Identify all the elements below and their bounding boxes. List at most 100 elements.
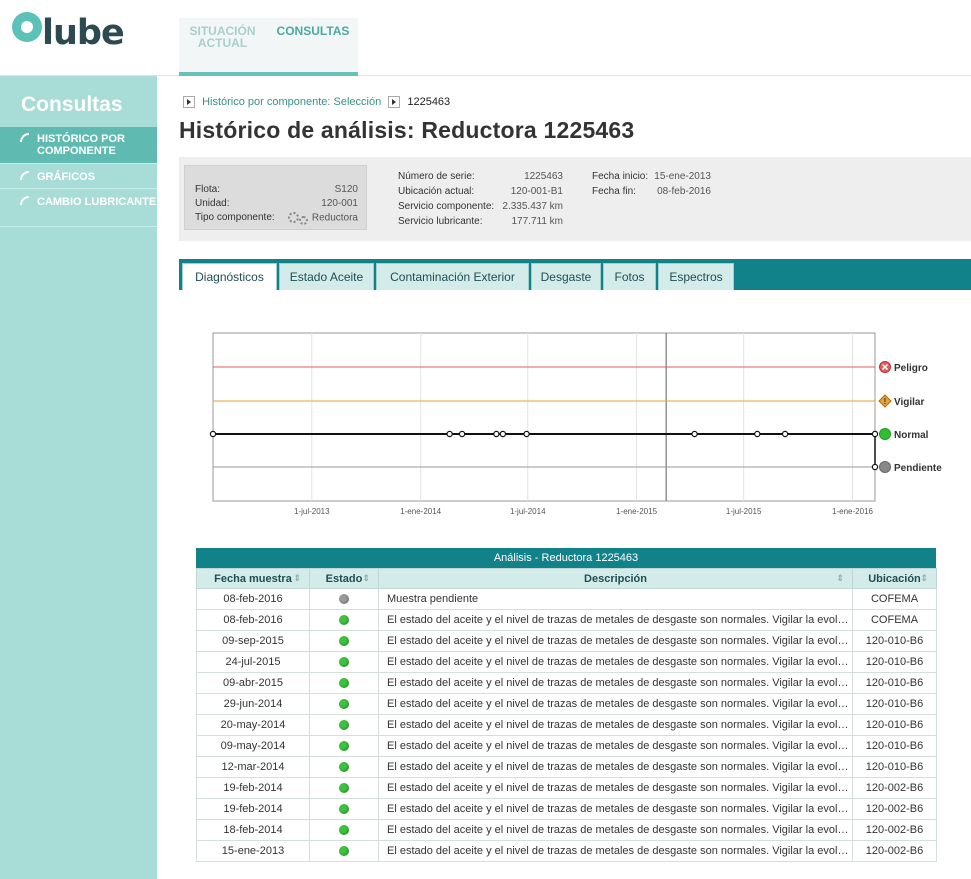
fecha-inicio-value: 15-ene-2013 [654,171,711,182]
cell-estado [309,756,379,778]
flota-value: S120 [334,184,358,195]
status-dot-icon [339,720,349,731]
fecha-inicio-row: Fecha inicio: 15-ene-2013 [592,171,711,186]
column-header-label: Descripción [584,572,647,585]
cell-descripcion: El estado del aceite y el nivel de traza… [378,672,853,694]
data-point [754,430,761,438]
arc-bullet-icon [20,171,29,180]
tab-contaminacion-exterior[interactable]: Contaminación Exterior [376,263,529,290]
cell-ubicacion: 120-010-B6 [852,651,937,673]
tab-bar: Diagnósticos Estado Aceite Contaminación… [179,259,971,291]
cell-ubicacion: 120-010-B6 [852,735,937,757]
x-tick-label: 1-jul-2015 [726,507,762,516]
status-dot-icon [339,762,349,773]
tab-desgaste[interactable]: Desgaste [531,263,601,290]
status-dot-icon [339,657,349,668]
table-row[interactable]: 09-may-2014 El estado del aceite y el niv… [196,735,937,757]
table-row[interactable]: 18-feb-2014 El estado del aceite y el niv… [196,819,937,841]
sidebar-item-graficos[interactable]: GRÁFICOS [0,165,157,189]
sort-icon[interactable]: ⇕ [920,573,928,584]
sidebar-item-label: GRÁFICOS [37,171,96,183]
fecha-fin-value: 08-feb-2016 [657,186,711,197]
breadcrumb-link[interactable]: Histórico por componente: Selección [202,96,381,108]
cell-estado [309,693,379,715]
sort-icon[interactable]: ⇕ [362,573,370,584]
tab-espectros[interactable]: Espectros [658,263,734,290]
gears-icon [287,212,310,225]
sidebar: Consultas HISTÓRICO POR COMPONENTE GRÁFI… [0,76,157,879]
legend-label-pendiente: Pendiente [894,463,942,474]
breadcrumb: Histórico por componente: Selección 1225… [183,96,450,110]
cell-descripcion: El estado del aceite y el nivel de traza… [378,798,853,820]
status-dot-icon [339,783,349,794]
servicio-lubricante-label: Servicio lubricante: [398,216,483,227]
nav-situacion-actual[interactable]: SITUACIÓN ACTUAL [185,25,260,49]
ubicacion-value: 120-001-B1 [510,186,563,197]
cell-descripcion: El estado del aceite y el nivel de traza… [378,714,853,736]
exclamation-glyph: ! [884,397,887,406]
table-row[interactable]: 19-feb-2014 El estado del aceite y el niv… [196,798,937,820]
dates-info-column: Fecha inicio: 15-ene-2013 Fecha fin: 08-fe… [592,171,711,201]
cell-fecha: 20-may-2014 [196,714,310,736]
column-header-label: Fecha muestra [214,572,292,585]
column-header-ubicacion[interactable]: Ubicación ⇕ [852,568,937,589]
nav-consultas[interactable]: CONSULTAS [273,25,353,37]
cell-ubicacion: 120-010-B6 [852,714,937,736]
x-tick-label: 1-ene-2015 [616,507,657,516]
servicio-componente-row: Servicio componente: 2.335.437 km [398,201,563,216]
table-row[interactable]: 12-mar-2014 El estado del aceite y el niv… [196,756,937,778]
cell-fecha: 09-abr-2015 [196,672,310,694]
column-header-estado[interactable]: Estado ⇕ [309,568,379,589]
cell-ubicacion: 120-010-B6 [852,693,937,715]
sort-icon[interactable]: ⇕ [836,573,844,584]
table-row[interactable]: 15-ene-2013 El estado del aceite y el niv… [196,840,937,862]
column-header-fecha[interactable]: Fecha muestra ⇕ [196,568,310,589]
tab-estado-aceite[interactable]: Estado Aceite [279,263,374,290]
cell-estado [309,819,379,841]
x-tick-label: 1-jul-2013 [294,507,330,516]
table-row[interactable]: 20-may-2014 El estado del aceite y el niv… [196,714,937,736]
cell-fecha: 09-sep-2015 [196,630,310,652]
table-row[interactable]: 19-feb-2014 El estado del aceite y el niv… [196,777,937,799]
cell-descripcion: El estado del aceite y el nivel de traza… [378,756,853,778]
lube-logo[interactable]: lube [12,10,142,60]
unidad-value: 120-001 [321,198,358,209]
status-dot-icon [339,699,349,710]
breadcrumb-arrow-icon [388,96,401,109]
legend-label-peligro: Peligro [894,363,928,374]
cell-estado [309,651,379,673]
sidebar-item-cambio-lubricante[interactable]: CAMBIO LUBRICANTE [0,190,157,227]
table-row[interactable]: 09-sep-2015 El estado del aceite y el niv… [196,630,937,652]
status-dot-icon [339,594,349,605]
logo-mark-icon [12,12,42,42]
table-row[interactable]: 08-feb-2016 El estado del aceite y el niv… [196,609,937,631]
flota-label: Flota: [195,184,221,195]
cell-ubicacion: 120-002-B6 [852,819,937,841]
tab-fotos[interactable]: Fotos [603,263,656,290]
status-dot-icon [339,615,349,626]
legend-label-vigilar: Vigilar [894,397,924,408]
tab-diagnosticos[interactable]: Diagnósticos [182,263,277,291]
x-tick-label: 1-ene-2014 [400,507,441,516]
cell-fecha: 18-feb-2014 [196,819,310,841]
pendiente-dot-icon [879,461,891,473]
table-row[interactable]: 29-jun-2014 El estado del aceite y el niv… [196,693,937,715]
cell-estado [309,777,379,799]
table-row[interactable]: 08-feb-2016 Muestra pendiente COFEMA [196,588,937,610]
cell-descripcion: El estado del aceite y el nivel de traza… [378,693,853,715]
sidebar-item-historico[interactable]: HISTÓRICO POR COMPONENTE [0,127,157,164]
arc-bullet-icon [20,196,29,205]
cell-descripcion: Muestra pendiente [378,588,853,610]
cell-estado [309,840,379,862]
table-row[interactable]: 09-abr-2015 El estado del aceite y el niv… [196,672,937,694]
data-point [209,430,217,438]
serial-info-column: Número de serie: 1225463 Ubicación actual… [398,171,563,231]
fecha-fin-row: Fecha fin: 08-feb-2016 [592,186,711,201]
sort-icon[interactable]: ⇕ [293,573,301,584]
data-point [523,430,530,438]
column-header-descripcion[interactable]: Descripción ⇕ [378,568,853,589]
table-row[interactable]: 24-jul-2015 El estado del aceite y el niv… [196,651,937,673]
status-dot-icon [339,846,349,857]
table-caption: Análisis - Reductora 1225463 [196,548,936,568]
tipo-componente-value: Reductora [287,212,358,225]
